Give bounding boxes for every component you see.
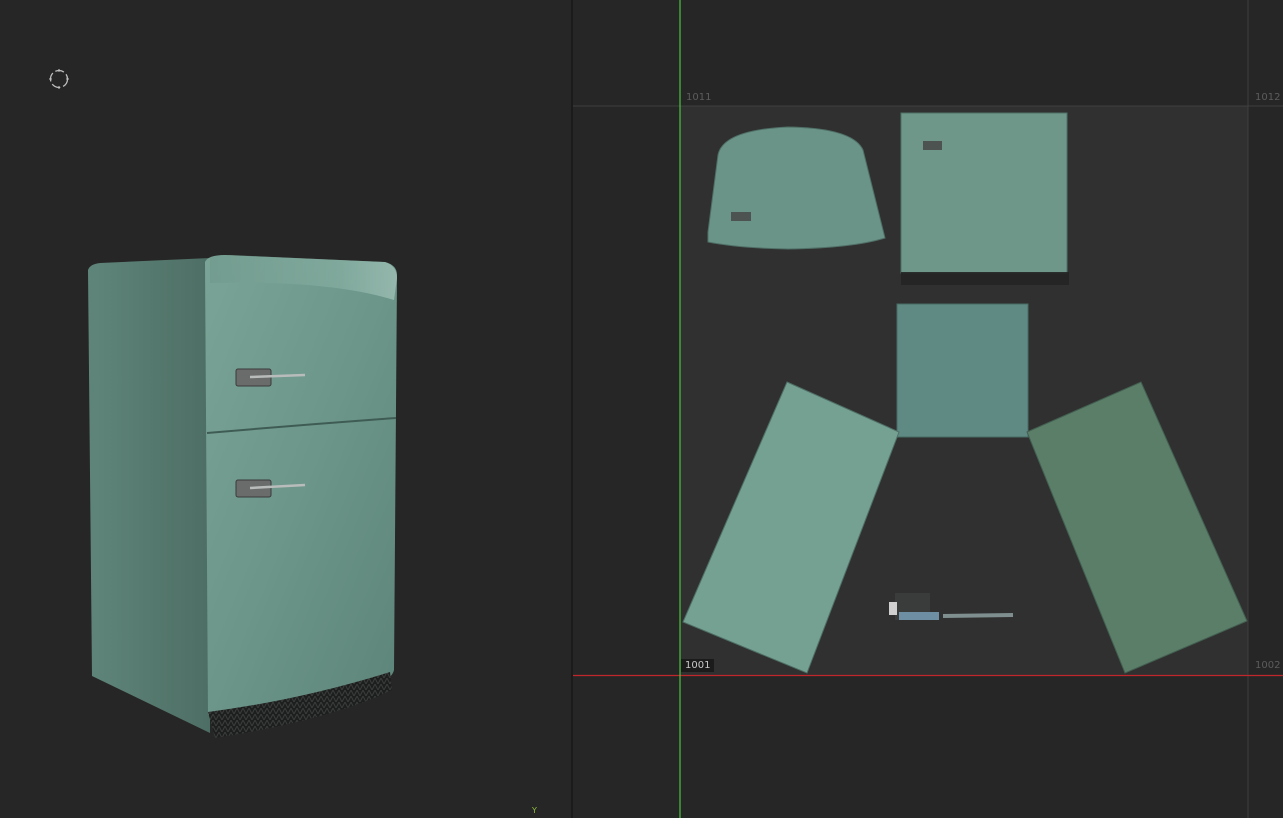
uv-island-door-front (900, 112, 1069, 285)
uv-editor-viewport[interactable]: 1011 1012 1001 1002 (573, 0, 1283, 818)
tile-label-1002: 1002 (1255, 660, 1281, 671)
refrigerator-model (88, 255, 397, 738)
uv-island-top-shell (707, 126, 886, 250)
axis-y-label: Y (532, 806, 537, 815)
uv-island-back-panel (896, 303, 1029, 438)
tile-label-1001: 1001 (681, 659, 715, 672)
3d-viewport[interactable]: Y (0, 0, 571, 818)
uv-grid (573, 0, 1283, 818)
tile-label-1011: 1011 (686, 92, 712, 103)
tile-label-1012: 1012 (1255, 92, 1281, 103)
